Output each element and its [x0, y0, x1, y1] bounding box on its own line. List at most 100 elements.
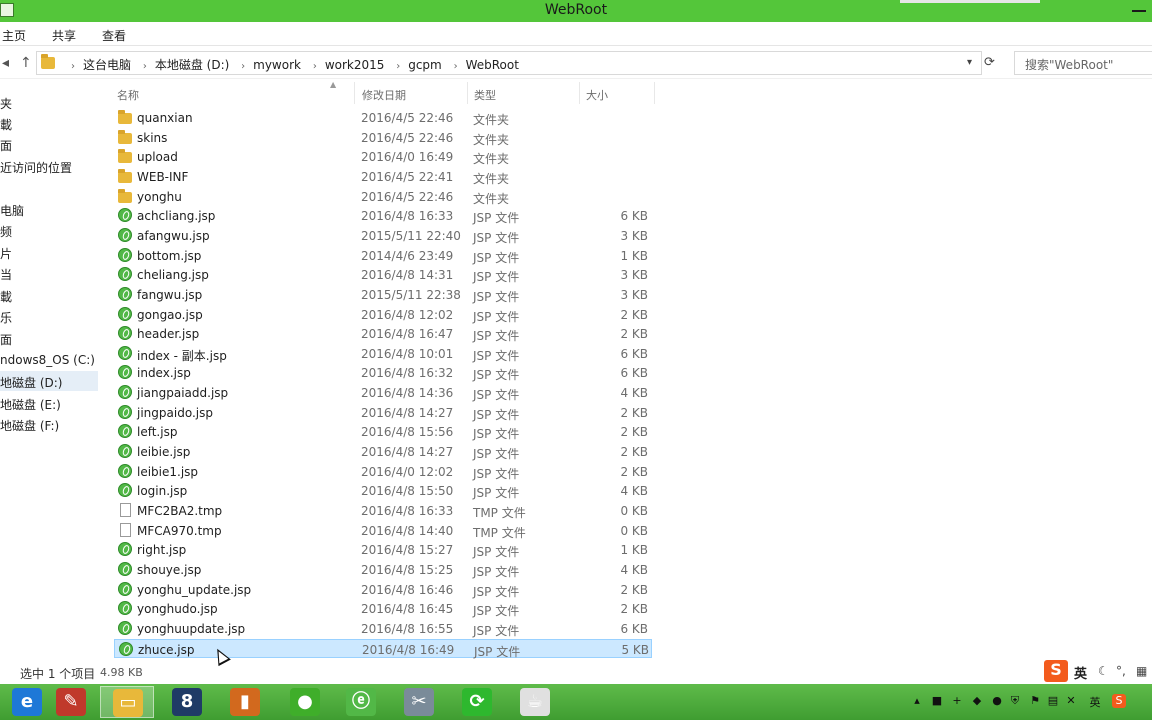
file-type: JSP 文件: [473, 427, 520, 442]
shield-icon[interactable]: ⛨: [1008, 694, 1022, 708]
table-row[interactable]: login.jsp 2016/4/8 15:50 JSP 文件 4 KB: [114, 481, 652, 501]
column-divider[interactable]: [654, 82, 655, 104]
sogou-logo-icon[interactable]: S: [1044, 660, 1068, 682]
column-type[interactable]: 类型: [474, 87, 496, 103]
table-row[interactable]: header.jsp 2016/4/8 16:47 JSP 文件 2 KB: [114, 324, 652, 344]
tab-view[interactable]: 查看: [102, 27, 126, 44]
table-row[interactable]: achcliang.jsp 2016/4/8 16:33 JSP 文件 6 KB: [114, 206, 652, 226]
column-name[interactable]: 名称: [117, 87, 139, 103]
keyboard-icon[interactable]: ▦: [1136, 664, 1147, 678]
table-row[interactable]: afangwu.jsp 2015/5/11 22:40 JSP 文件 3 KB: [114, 226, 652, 246]
nav-item[interactable]: 夹: [0, 92, 98, 112]
table-row[interactable]: yonghu 2016/4/5 22:46 文件夹: [114, 187, 652, 207]
taskbar-button[interactable]: ⓔ: [334, 686, 388, 718]
taskbar-button[interactable]: ⟳: [450, 686, 504, 718]
nav-item-documents[interactable]: 当: [0, 263, 98, 283]
nav-item-drive-c[interactable]: ndows8_OS (C:): [0, 350, 98, 370]
breadcrumb-work2015[interactable]: work2015: [325, 58, 385, 72]
tray-lang[interactable]: 英: [1088, 694, 1102, 709]
nav-item[interactable]: 載: [0, 113, 98, 133]
punctuation-icon[interactable]: °,: [1116, 664, 1126, 678]
table-row[interactable]: left.jsp 2016/4/8 15:56 JSP 文件 2 KB: [114, 422, 652, 442]
nav-item-drive-d[interactable]: 地磁盘 (D:): [0, 371, 98, 391]
file-type: JSP 文件: [473, 230, 520, 245]
table-row[interactable]: index.jsp 2016/4/8 16:32 JSP 文件 6 KB: [114, 363, 652, 383]
navigation-pane: 夹 載 面 近访问的位置 电脑 频 片 当 載 乐 面 ndows8_OS (C…: [0, 80, 100, 660]
table-row[interactable]: leibie1.jsp 2016/4/0 12:02 JSP 文件 2 KB: [114, 462, 652, 482]
taskbar-button[interactable]: ▭: [100, 686, 154, 718]
file-date: 2016/4/8 16:49: [362, 642, 455, 657]
nav-item-this-pc[interactable]: 电脑: [0, 199, 98, 219]
table-row[interactable]: shouye.jsp 2016/4/8 15:25 JSP 文件 4 KB: [114, 560, 652, 580]
ime-mode[interactable]: 英: [1074, 663, 1087, 682]
taskbar-button[interactable]: ☕: [508, 686, 562, 718]
taskbar-button[interactable]: ●: [278, 686, 332, 718]
column-divider[interactable]: [467, 82, 468, 104]
table-row[interactable]: skins 2016/4/5 22:46 文件夹: [114, 128, 652, 148]
refresh-icon[interactable]: ⟳: [984, 55, 995, 70]
table-row[interactable]: jiangpaiadd.jsp 2016/4/8 14:36 JSP 文件 4 KB: [114, 383, 652, 403]
table-row[interactable]: fangwu.jsp 2015/5/11 22:38 JSP 文件 3 KB: [114, 285, 652, 305]
table-row[interactable]: MFCA970.tmp 2016/4/8 14:40 TMP 文件 0 KB: [114, 521, 652, 541]
column-divider[interactable]: [354, 82, 355, 104]
column-size[interactable]: 大小: [586, 87, 608, 103]
address-bar[interactable]: › 这台电脑 › 本地磁盘 (D:) › mywork › work2015 › gcpm…: [36, 51, 982, 75]
nav-item-recent[interactable]: 近访问的位置: [0, 156, 98, 176]
table-row[interactable]: WEB-INF 2016/4/5 22:41 文件夹: [114, 167, 652, 187]
arrow-up-icon[interactable]: ▴: [910, 694, 924, 708]
nav-item-drive-f[interactable]: 地磁盘 (F:): [0, 414, 98, 434]
tab-home[interactable]: 主页: [2, 27, 26, 44]
nav-item-videos[interactable]: 频: [0, 220, 98, 240]
back-arrow-icon[interactable]: ◂: [2, 55, 9, 71]
chevron-down-icon[interactable]: ▾: [967, 57, 972, 68]
nav-item-drive-e[interactable]: 地磁盘 (E:): [0, 393, 98, 413]
breadcrumb-this-pc[interactable]: 这台电脑: [83, 58, 131, 72]
up-arrow-icon[interactable]: ↑: [20, 55, 32, 71]
breadcrumb-mywork[interactable]: mywork: [253, 58, 301, 72]
minimize-button[interactable]: [1128, 4, 1152, 18]
table-row[interactable]: yonghu_update.jsp 2016/4/8 16:46 JSP 文件 2 K…: [114, 580, 652, 600]
table-row[interactable]: yonghuupdate.jsp 2016/4/8 16:55 JSP 文件 6 KB: [114, 619, 652, 639]
taskbar-button[interactable]: 8: [160, 686, 214, 718]
table-row[interactable]: cheliang.jsp 2016/4/8 14:31 JSP 文件 3 KB: [114, 265, 652, 285]
table-row[interactable]: zhuce.jsp 2016/4/8 16:49 JSP 文件 5 KB: [114, 638, 652, 659]
table-row[interactable]: jingpaido.jsp 2016/4/8 14:27 JSP 文件 2 KB: [114, 403, 652, 423]
table-row[interactable]: bottom.jsp 2014/4/6 23:49 JSP 文件 1 KB: [114, 246, 652, 266]
nav-item-pictures[interactable]: 片: [0, 242, 98, 262]
mute-icon[interactable]: ✕: [1064, 694, 1078, 708]
search-input[interactable]: 搜索"WebRoot": [1014, 51, 1152, 75]
sogou-tray-icon[interactable]: S: [1112, 694, 1126, 708]
breadcrumb-gcpm[interactable]: gcpm: [408, 58, 442, 72]
breadcrumb-drive-d[interactable]: 本地磁盘 (D:): [155, 58, 229, 72]
app-tray-icon[interactable]: ◆: [970, 694, 984, 708]
nav-item[interactable]: 面: [0, 134, 98, 154]
action-center-icon[interactable]: ▤: [1046, 694, 1060, 708]
column-date[interactable]: 修改日期: [362, 87, 406, 103]
table-row[interactable]: quanxian 2016/4/5 22:46 文件夹: [114, 108, 652, 128]
column-divider[interactable]: [579, 82, 580, 104]
nav-item-downloads[interactable]: 載: [0, 285, 98, 305]
plus-icon[interactable]: +: [950, 694, 964, 708]
jsp-file-icon: [118, 581, 132, 596]
moon-icon[interactable]: ☾: [1098, 664, 1109, 678]
table-row[interactable]: yonghudo.jsp 2016/4/8 16:45 JSP 文件 2 KB: [114, 599, 652, 619]
table-row[interactable]: leibie.jsp 2016/4/8 14:27 JSP 文件 2 KB: [114, 442, 652, 462]
flag-icon[interactable]: ⚑: [1028, 694, 1042, 708]
table-row[interactable]: upload 2016/4/0 16:49 文件夹: [114, 147, 652, 167]
table-row[interactable]: gongao.jsp 2016/4/8 12:02 JSP 文件 2 KB: [114, 305, 652, 325]
table-row[interactable]: right.jsp 2016/4/8 15:27 JSP 文件 1 KB: [114, 540, 652, 560]
taskbar-button[interactable]: ✎: [44, 686, 98, 718]
breadcrumb-webroot[interactable]: WebRoot: [466, 58, 519, 72]
ime-toolbar[interactable]: S 英 ☾ °, ▦: [1044, 660, 1152, 682]
table-row[interactable]: index - 副本.jsp 2016/4/8 10:01 JSP 文件 6 KB: [114, 344, 652, 364]
taskbar-button[interactable]: ▮: [218, 686, 272, 718]
app-tray-icon[interactable]: ■: [930, 694, 944, 708]
nav-item-desktop[interactable]: 面: [0, 328, 98, 348]
tool-icon: ✂: [404, 688, 434, 716]
file-date: 2016/4/8 14:27: [361, 405, 454, 420]
nav-item-music[interactable]: 乐: [0, 306, 98, 326]
app-tray-icon[interactable]: ●: [990, 694, 1004, 708]
tab-share[interactable]: 共享: [52, 27, 76, 44]
taskbar-button[interactable]: ✂: [392, 686, 446, 718]
table-row[interactable]: MFC2BA2.tmp 2016/4/8 16:33 TMP 文件 0 KB: [114, 501, 652, 521]
